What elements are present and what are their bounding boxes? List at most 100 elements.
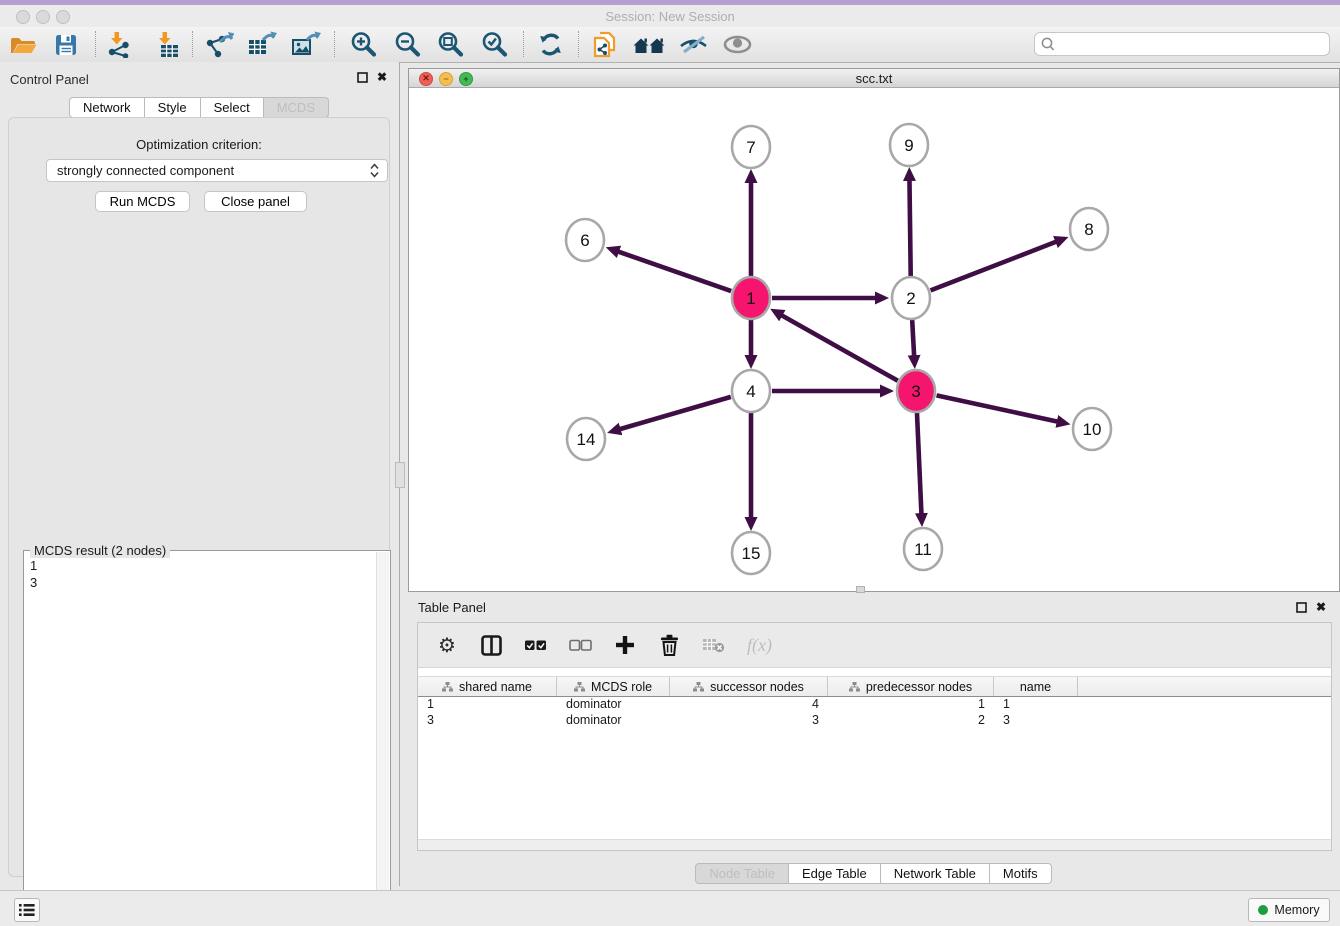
add-column-icon[interactable]: [614, 635, 636, 655]
close-panel-icon[interactable]: ✖: [377, 71, 387, 83]
export-image-icon[interactable]: [288, 29, 324, 60]
search-input[interactable]: [1059, 34, 1329, 54]
column-header-name[interactable]: name: [994, 677, 1078, 696]
tab-node-table[interactable]: Node Table: [695, 863, 789, 884]
float-panel-icon[interactable]: [357, 72, 368, 83]
mcds-result-line: 1: [30, 557, 37, 574]
show-all-icon[interactable]: [719, 29, 755, 60]
sort-tree-icon: [693, 682, 704, 692]
graph-node-label: 8: [1084, 220, 1093, 239]
column-header-shared-name[interactable]: shared name: [418, 677, 557, 696]
function-builder-icon[interactable]: f(x): [747, 635, 772, 656]
import-network-icon[interactable]: [100, 29, 136, 60]
toolbar-separator: [192, 31, 193, 57]
node-table: ⚙ f(x): [417, 622, 1332, 851]
float-table-panel-icon[interactable]: [1296, 602, 1307, 613]
tab-motifs[interactable]: Motifs: [989, 863, 1052, 884]
refresh-view-icon[interactable]: [532, 29, 568, 60]
table-row[interactable]: 3dominator323: [418, 712, 1331, 728]
select-all-rows-icon[interactable]: [524, 639, 547, 652]
network-canvas[interactable]: 7968124314101511: [409, 87, 1339, 591]
column-header-successor-nodes[interactable]: successor nodes: [670, 677, 828, 696]
edge-label-mark: [826, 297, 836, 300]
network-window-titlebar[interactable]: ✕ − + scc.txt: [409, 69, 1339, 88]
table-cell[interactable]: 4: [670, 696, 828, 712]
table-cell[interactable]: dominator: [557, 696, 670, 712]
mcds-result-line: 3: [30, 574, 37, 591]
table-cell[interactable]: 2: [828, 712, 994, 728]
window-title: Session: New Session: [0, 9, 1340, 24]
toolbar-separator: [523, 31, 524, 57]
cytoscape-window: Session: New Session: [0, 0, 1340, 926]
table-cell[interactable]: 1: [418, 696, 557, 712]
tab-style[interactable]: Style: [144, 97, 201, 118]
delete-table-icon[interactable]: [702, 637, 725, 653]
table-hscrollbar[interactable]: [418, 839, 1331, 850]
run-mcds-button[interactable]: Run MCDS: [95, 191, 190, 212]
graph-edge-3-10[interactable]: [937, 395, 1059, 421]
clone-network-icon[interactable]: [587, 29, 623, 60]
sort-tree-icon: [574, 682, 585, 692]
table-row[interactable]: 1dominator411: [418, 696, 1331, 712]
tab-select[interactable]: Select: [200, 97, 264, 118]
tab-network[interactable]: Network: [69, 97, 145, 118]
graph-edge-2-9[interactable]: [909, 179, 910, 277]
graph-node-label: 1: [746, 289, 755, 308]
task-history-button[interactable]: [14, 898, 40, 922]
table-cell[interactable]: 3: [670, 712, 828, 728]
graph-node-label: 2: [906, 289, 915, 308]
column-header-label: name: [1020, 680, 1051, 694]
split-columns-icon[interactable]: [480, 635, 502, 656]
graph-edge-3-11[interactable]: [917, 412, 922, 515]
delete-column-icon[interactable]: [658, 634, 680, 656]
criterion-select[interactable]: strongly connected component: [46, 159, 388, 182]
main-titlebar[interactable]: Session: New Session: [0, 5, 1340, 28]
save-session-icon[interactable]: [48, 29, 84, 60]
column-header-MCDS-role[interactable]: MCDS role: [557, 677, 670, 696]
export-network-icon[interactable]: [201, 29, 237, 60]
zoom-out-icon[interactable]: [389, 29, 425, 60]
zoom-in-icon[interactable]: [345, 29, 381, 60]
table-cell[interactable]: 3: [994, 712, 1078, 728]
tab-mcds[interactable]: MCDS: [263, 97, 329, 118]
horizontal-splitter-handle[interactable]: [856, 586, 865, 593]
memory-button[interactable]: Memory: [1248, 898, 1330, 922]
close-panel-button[interactable]: Close panel: [204, 191, 307, 212]
import-table-icon[interactable]: [148, 29, 184, 60]
table-header-row: shared name MCDS role successor nodes prede…: [418, 676, 1331, 697]
close-table-panel-icon[interactable]: ✖: [1316, 601, 1326, 613]
tab-network-table[interactable]: Network Table: [880, 863, 990, 884]
graph-edge-2-8[interactable]: [931, 241, 1058, 290]
hide-selected-icon[interactable]: [675, 29, 711, 60]
result-scrollbar[interactable]: [376, 552, 389, 926]
control-panel-tabs: NetworkStyleSelectMCDS: [0, 97, 399, 118]
column-header-label: successor nodes: [710, 680, 804, 694]
export-table-icon[interactable]: [244, 29, 280, 60]
search-field[interactable]: [1034, 32, 1330, 56]
column-header-label: MCDS role: [591, 680, 652, 694]
table-cell[interactable]: 1: [828, 696, 994, 712]
deselect-all-rows-icon[interactable]: [569, 639, 592, 652]
table-cell[interactable]: dominator: [557, 712, 670, 728]
memory-status-icon: [1258, 905, 1268, 915]
table-settings-icon[interactable]: ⚙: [436, 633, 458, 658]
graph-node-label: 10: [1083, 420, 1102, 439]
table-cell[interactable]: 1: [994, 696, 1078, 712]
table-cell[interactable]: 3: [418, 712, 557, 728]
graph-edge-2-3[interactable]: [912, 319, 914, 357]
graph-node-label: 4: [746, 382, 755, 401]
column-header-predecessor-nodes[interactable]: predecessor nodes: [828, 677, 994, 696]
graph-edge-4-14[interactable]: [619, 397, 731, 430]
graph-edge-3-1[interactable]: [781, 315, 898, 381]
toolbar-separator: [334, 31, 335, 57]
table-panel-title: Table Panel: [418, 600, 486, 615]
open-session-icon[interactable]: [5, 29, 41, 60]
zoom-fit-icon[interactable]: [432, 29, 468, 60]
graph-edge-1-6[interactable]: [617, 251, 731, 291]
zoom-selected-icon[interactable]: [476, 29, 512, 60]
first-neighbors-icon[interactable]: [631, 29, 667, 60]
memory-label: Memory: [1274, 903, 1319, 917]
sort-tree-icon: [442, 682, 453, 692]
tab-edge-table[interactable]: Edge Table: [788, 863, 881, 884]
panel-splitter-handle[interactable]: [395, 462, 405, 488]
